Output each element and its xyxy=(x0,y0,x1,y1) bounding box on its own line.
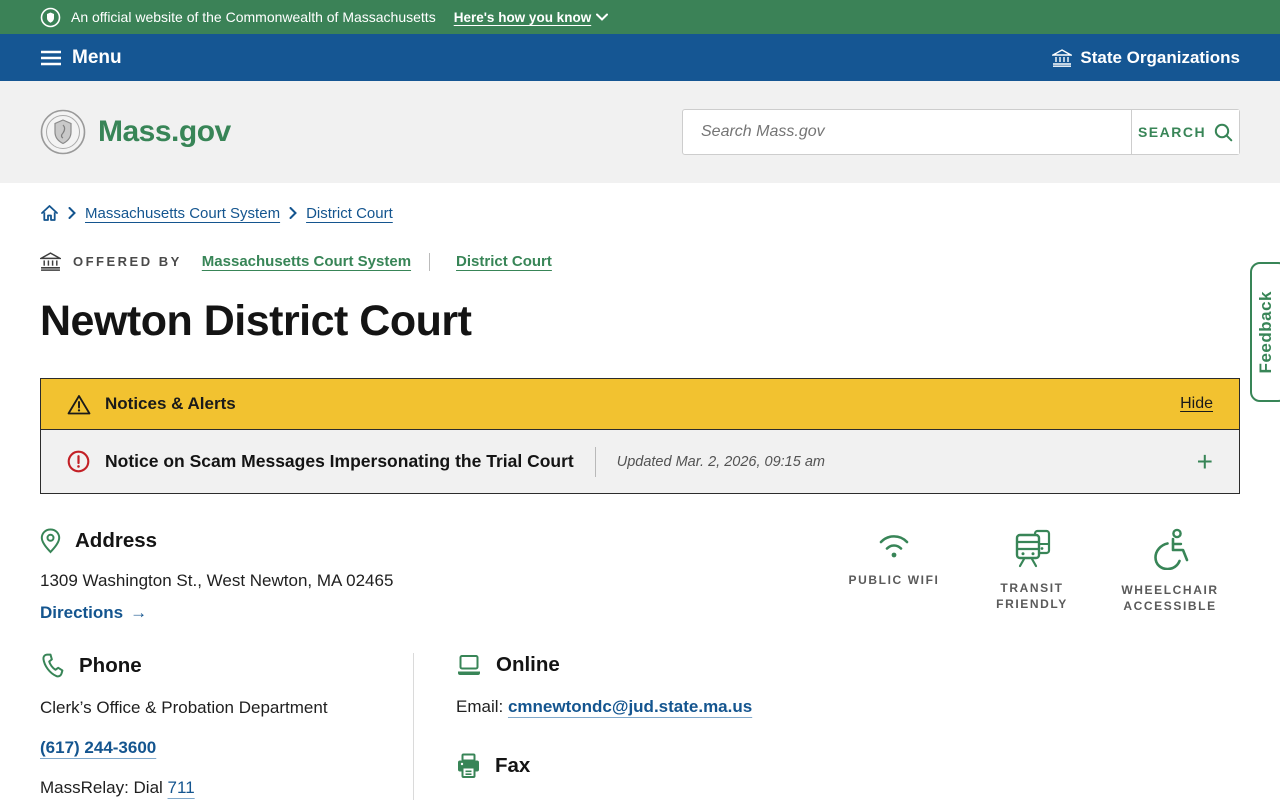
hamburger-icon xyxy=(41,50,61,65)
site-header: Mass.gov SEARCH xyxy=(0,81,1280,183)
offered-by-row: OFFERED BY Massachusetts Court System Di… xyxy=(0,222,1280,271)
offered-by-district-court-link[interactable]: District Court xyxy=(456,253,552,270)
amenities-group: PUBLIC WIFI TRANSIT FRIENDLY WHEELCHAIR … xyxy=(838,528,1240,623)
massrelay-line: MassRelay: Dial 711 xyxy=(40,778,195,797)
feedback-label: Feedback xyxy=(1256,290,1275,374)
online-fax-section: Online Email: cmnewtondc@jud.state.ma.us… xyxy=(414,653,752,800)
phone-section: Phone Clerk’s Office & Probation Departm… xyxy=(40,653,413,800)
notice-updated-timestamp: Updated Mar. 2, 2026, 09:15 am xyxy=(616,453,825,470)
massgov-seal-icon xyxy=(40,109,86,155)
massrelay-711-link[interactable]: 711 xyxy=(168,778,195,797)
building-icon xyxy=(40,252,61,271)
laptop-icon xyxy=(458,654,480,675)
chevron-down-icon xyxy=(596,13,609,21)
wifi-icon xyxy=(879,535,909,558)
phone-icon xyxy=(42,653,64,678)
search-icon xyxy=(1214,123,1233,141)
amenity-public-wifi: PUBLIC WIFI xyxy=(838,528,950,623)
amenity-label: WHEELCHAIR ACCESSIBLE xyxy=(1121,583,1219,614)
heres-how-you-know-link[interactable]: Here's how you know xyxy=(454,10,609,25)
state-organizations-link[interactable]: State Organizations xyxy=(1052,48,1240,68)
feedback-button[interactable]: Feedback xyxy=(1250,262,1280,402)
breadcrumb-district-court[interactable]: District Court xyxy=(306,205,393,222)
amenity-label: TRANSIT FRIENDLY xyxy=(996,581,1068,612)
amenity-wheelchair-accessible: WHEELCHAIR ACCESSIBLE xyxy=(1114,528,1226,623)
warning-triangle-icon xyxy=(67,394,91,414)
address-section: Address 1309 Washington St., West Newton… xyxy=(40,528,393,623)
amenity-transit-friendly: TRANSIT FRIENDLY xyxy=(976,528,1088,623)
banner-text: An official website of the Commonwealth … xyxy=(71,9,436,25)
phone-number-link[interactable]: (617) 244-3600 xyxy=(40,738,156,757)
online-heading: Online xyxy=(496,653,560,676)
search-box: SEARCH xyxy=(682,109,1240,155)
alerts-header: Notices & Alerts Hide xyxy=(41,379,1239,429)
contact-columns: Phone Clerk’s Office & Probation Departm… xyxy=(0,623,1280,800)
massgov-logo[interactable]: Mass.gov xyxy=(40,109,231,155)
breadcrumb: Massachusetts Court System District Cour… xyxy=(0,183,1280,222)
state-seal-icon xyxy=(40,7,61,28)
notices-alerts-panel: Notices & Alerts Hide Notice on Scam Mes… xyxy=(40,378,1240,494)
divider xyxy=(594,446,596,477)
fax-heading: Fax xyxy=(495,754,531,777)
email-link[interactable]: cmnewtondc@jud.state.ma.us xyxy=(508,697,752,716)
official-banner: An official website of the Commonwealth … xyxy=(0,0,1280,34)
address-line: 1309 Washington St., West Newton, MA 024… xyxy=(40,571,394,590)
menu-button[interactable]: Menu xyxy=(40,47,122,69)
offered-by-label: OFFERED BY xyxy=(73,254,182,269)
state-organizations-label: State Organizations xyxy=(1080,47,1240,67)
phone-department: Clerk’s Office & Probation Department xyxy=(40,698,328,717)
hide-alerts-link[interactable]: Hide xyxy=(1180,395,1213,413)
expand-notice-button[interactable]: + xyxy=(1197,447,1213,476)
notice-row[interactable]: Notice on Scam Messages Impersonating th… xyxy=(41,429,1239,493)
transit-icon xyxy=(1015,529,1051,568)
offered-by-court-system-link[interactable]: Massachusetts Court System xyxy=(202,253,411,270)
map-pin-icon xyxy=(40,528,61,554)
chevron-right-icon xyxy=(289,207,297,219)
location-info-row: Address 1309 Washington St., West Newton… xyxy=(0,494,1280,623)
amenity-label: PUBLIC WIFI xyxy=(848,573,940,587)
main-navigation-bar: Menu State Organizations xyxy=(0,34,1280,81)
page-title: Newton District Court xyxy=(40,297,472,345)
alert-circle-icon xyxy=(67,450,90,473)
search-button[interactable]: SEARCH xyxy=(1131,110,1239,154)
massgov-logo-text: Mass.gov xyxy=(98,115,231,148)
search-input[interactable] xyxy=(683,110,1131,154)
address-heading: Address xyxy=(75,529,158,552)
government-building-icon xyxy=(1052,48,1073,67)
notice-title: Notice on Scam Messages Impersonating th… xyxy=(105,451,574,471)
wheelchair-icon xyxy=(1154,528,1189,570)
directions-link[interactable]: Directions → xyxy=(40,603,147,623)
chevron-right-icon xyxy=(68,207,76,219)
divider xyxy=(429,252,431,271)
arrow-right-icon: → xyxy=(130,603,148,622)
home-icon[interactable] xyxy=(40,204,59,222)
phone-heading: Phone xyxy=(79,653,142,677)
fax-printer-icon xyxy=(458,753,479,778)
menu-label: Menu xyxy=(72,46,122,68)
alerts-title: Notices & Alerts xyxy=(105,394,236,413)
email-line: Email: cmnewtondc@jud.state.ma.us xyxy=(456,697,753,716)
breadcrumb-court-system[interactable]: Massachusetts Court System xyxy=(85,205,280,222)
